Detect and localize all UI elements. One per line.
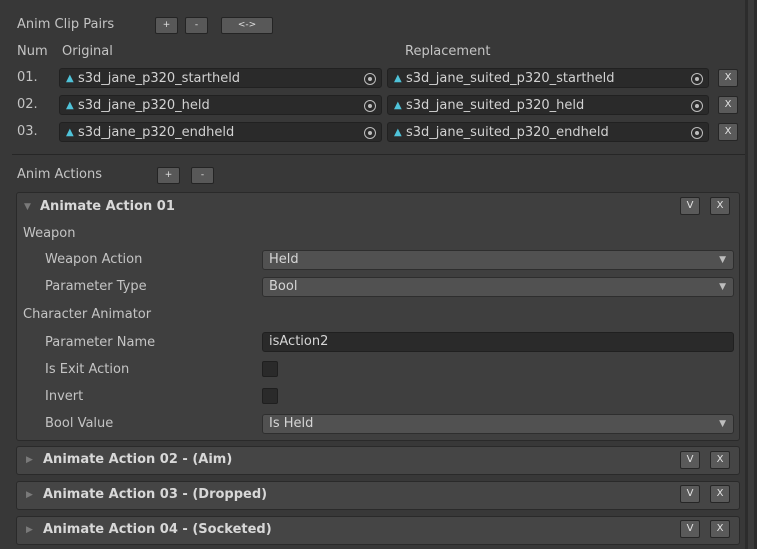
parameter-type-value: Bool: [269, 279, 298, 294]
original-clip-name: s3d_jane_p320_endheld: [78, 125, 235, 140]
animation-clip-icon: ▲: [394, 73, 402, 84]
action-remove-button[interactable]: X: [710, 485, 730, 503]
object-picker-icon[interactable]: [364, 100, 376, 112]
replacement-clip-name: s3d_jane_suited_p320_startheld: [406, 71, 615, 86]
section-divider: [12, 154, 745, 155]
replacement-clip-field[interactable]: ▲ s3d_jane_suited_p320_endheld: [387, 122, 709, 142]
action-title[interactable]: Animate Action 01: [40, 198, 175, 216]
column-num-header: Num: [17, 44, 48, 59]
replacement-clip-field[interactable]: ▲ s3d_jane_suited_p320_startheld: [387, 68, 709, 88]
animation-clip-icon: ▲: [394, 100, 402, 111]
foldout-collapsed-icon[interactable]: ▶: [26, 486, 33, 504]
clip-row-num: 01.: [17, 70, 38, 85]
replacement-clip-field[interactable]: ▲ s3d_jane_suited_p320_held: [387, 95, 709, 115]
parameter-type-dropdown[interactable]: Bool ▼: [262, 277, 734, 297]
action-title[interactable]: Animate Action 02 - (Aim): [43, 451, 232, 469]
invert-label: Invert: [45, 389, 84, 404]
weapon-action-dropdown[interactable]: Held ▼: [262, 250, 734, 270]
parameter-name-label: Parameter Name: [45, 335, 156, 350]
dropdown-arrow-icon: ▼: [719, 255, 726, 265]
invert-checkbox[interactable]: [262, 388, 278, 404]
original-clip-name: s3d_jane_p320_startheld: [78, 71, 241, 86]
weapon-section-label: Weapon: [23, 226, 76, 241]
action-remove-button[interactable]: X: [710, 520, 730, 538]
animation-clip-icon: ▲: [66, 100, 74, 111]
add-clip-pair-button[interactable]: +: [155, 17, 178, 34]
action-remove-button[interactable]: X: [710, 451, 730, 469]
action-v-button[interactable]: V: [680, 197, 700, 215]
animation-clip-icon: ▲: [66, 73, 74, 84]
object-picker-icon[interactable]: [364, 73, 376, 85]
scrollbar-thumb[interactable]: [748, 0, 754, 549]
parameter-type-label: Parameter Type: [45, 279, 147, 294]
clip-row-num: 02.: [17, 97, 38, 112]
remove-row-button[interactable]: X: [718, 69, 738, 87]
animation-clip-icon: ▲: [394, 127, 402, 138]
foldout-collapsed-icon[interactable]: ▶: [26, 521, 33, 539]
dropdown-arrow-icon: ▼: [719, 419, 726, 429]
column-original-header: Original: [62, 44, 113, 59]
remove-row-button[interactable]: X: [718, 96, 738, 114]
original-clip-field[interactable]: ▲ s3d_jane_p320_endheld: [59, 122, 382, 142]
weapon-action-label: Weapon Action: [45, 252, 143, 267]
column-replacement-header: Replacement: [405, 44, 491, 59]
bool-value-dropdown[interactable]: Is Held ▼: [262, 414, 734, 434]
foldout-collapsed-icon[interactable]: ▶: [26, 451, 33, 469]
remove-clip-pair-button[interactable]: -: [185, 17, 208, 34]
object-picker-icon[interactable]: [364, 127, 376, 139]
original-clip-name: s3d_jane_p320_held: [78, 98, 210, 113]
remove-row-button[interactable]: X: [718, 123, 738, 141]
action-title[interactable]: Animate Action 03 - (Dropped): [43, 486, 267, 504]
foldout-expanded-icon[interactable]: ▼: [24, 198, 31, 216]
object-picker-icon[interactable]: [691, 73, 703, 85]
parameter-name-input[interactable]: isAction2: [262, 332, 734, 352]
weapon-action-value: Held: [269, 252, 299, 267]
remove-action-button[interactable]: -: [191, 167, 214, 184]
replacement-clip-name: s3d_jane_suited_p320_endheld: [406, 125, 609, 140]
object-picker-icon[interactable]: [691, 100, 703, 112]
is-exit-action-label: Is Exit Action: [45, 362, 130, 377]
object-picker-icon[interactable]: [691, 127, 703, 139]
action-v-button[interactable]: V: [680, 485, 700, 503]
add-action-button[interactable]: +: [157, 167, 180, 184]
replacement-clip-name: s3d_jane_suited_p320_held: [406, 98, 585, 113]
anim-actions-title: Anim Actions: [17, 167, 103, 182]
action-remove-button[interactable]: X: [710, 197, 730, 215]
swap-clips-button[interactable]: <->: [221, 17, 273, 34]
clip-pairs-title: Anim Clip Pairs: [17, 17, 115, 32]
animation-clip-icon: ▲: [66, 127, 74, 138]
character-animator-section-label: Character Animator: [23, 307, 152, 322]
original-clip-field[interactable]: ▲ s3d_jane_p320_held: [59, 95, 382, 115]
dropdown-arrow-icon: ▼: [719, 282, 726, 292]
bool-value-label: Bool Value: [45, 416, 114, 431]
bool-value-value: Is Held: [269, 416, 314, 431]
parameter-name-value: isAction2: [269, 334, 329, 349]
original-clip-field[interactable]: ▲ s3d_jane_p320_startheld: [59, 68, 382, 88]
action-v-button[interactable]: V: [680, 520, 700, 538]
is-exit-action-checkbox[interactable]: [262, 361, 278, 377]
action-title[interactable]: Animate Action 04 - (Socketed): [43, 521, 272, 539]
action-v-button[interactable]: V: [680, 451, 700, 469]
clip-row-num: 03.: [17, 124, 38, 139]
